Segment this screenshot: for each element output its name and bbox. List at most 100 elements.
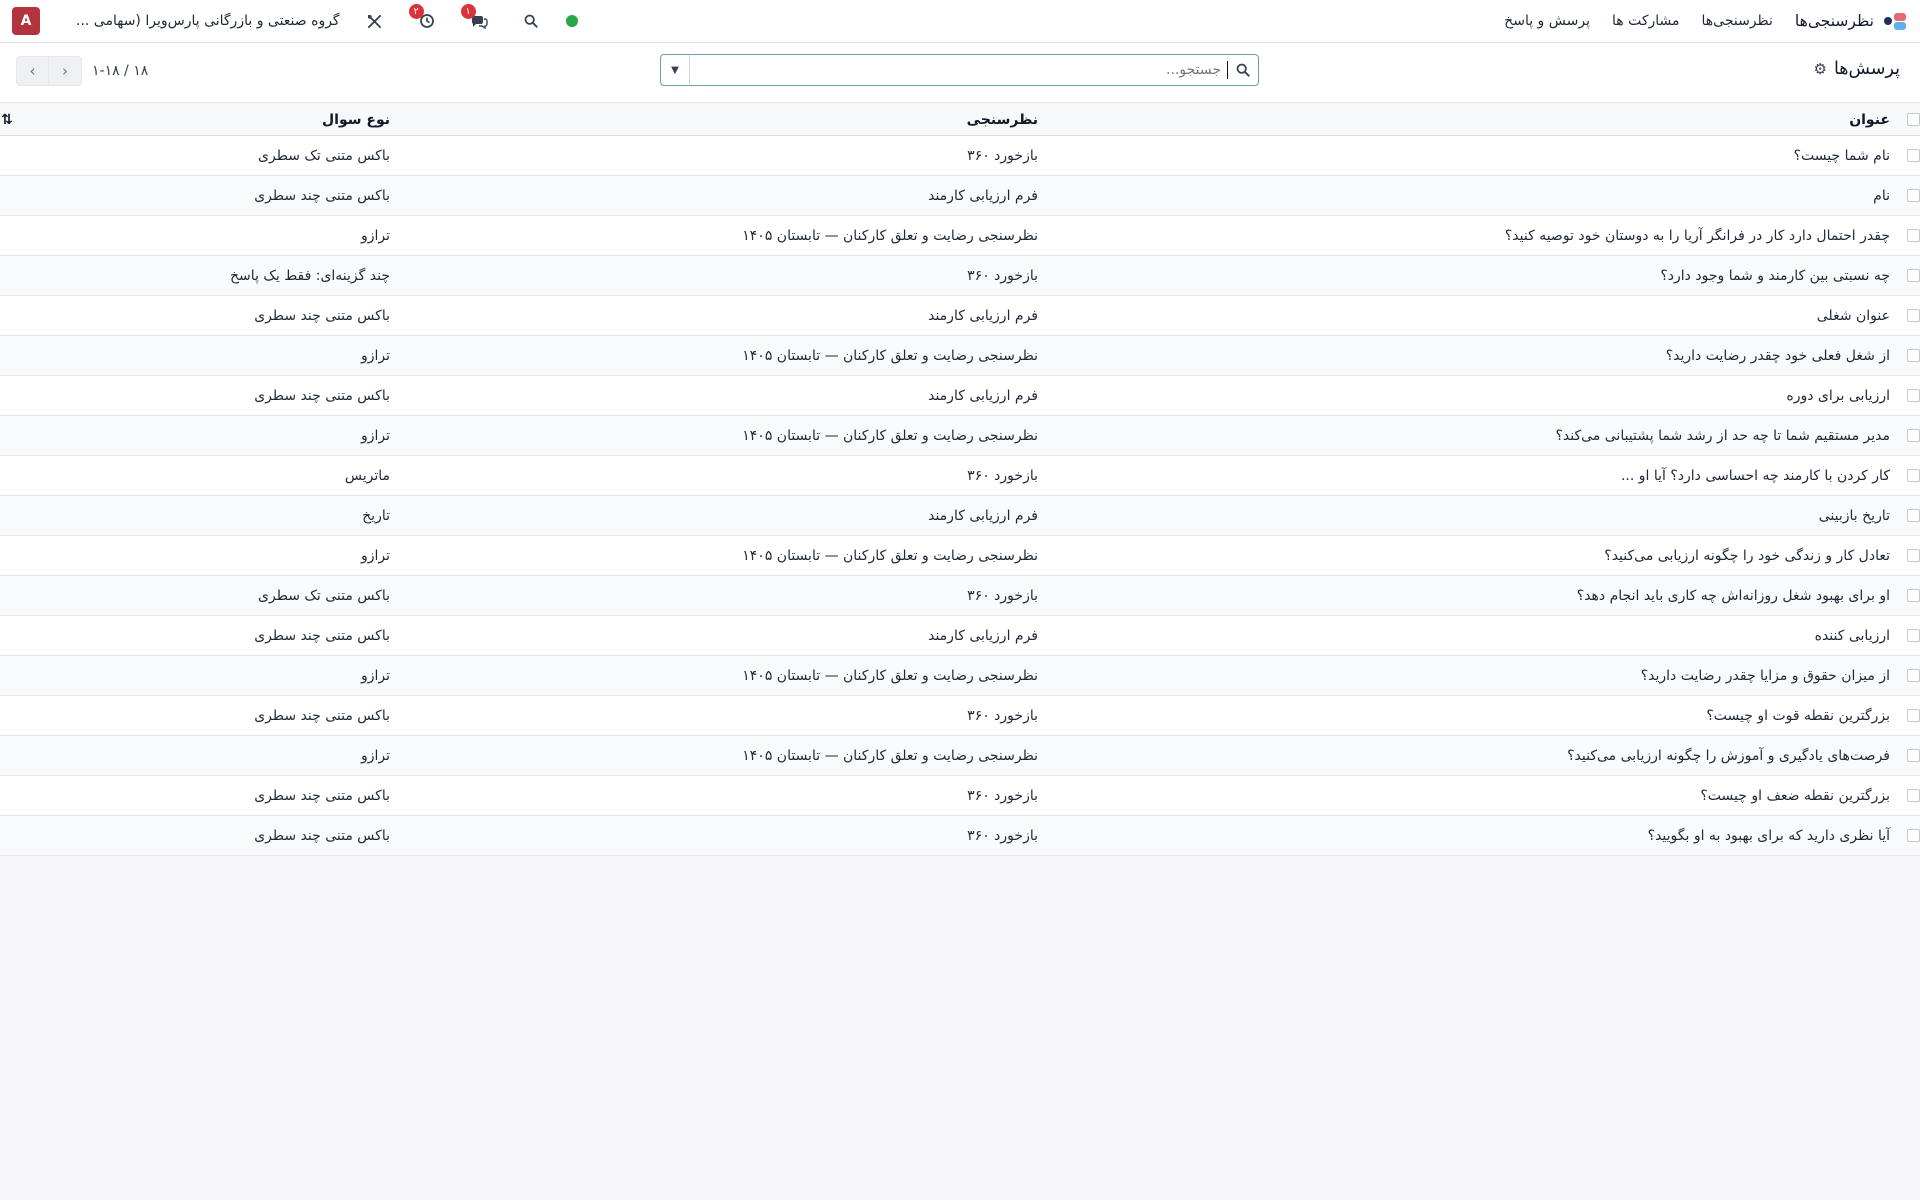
row-title: از شغل فعلی خود چقدر رضایت دارید؟ bbox=[1665, 347, 1890, 364]
row-question-type: باکس متنی چند سطری bbox=[254, 187, 390, 204]
chevron-down-icon[interactable]: ▼ bbox=[661, 55, 690, 85]
select-all-checkbox[interactable] bbox=[1898, 104, 1920, 135]
table-row[interactable]: چه نسبتی بین کارمند و شما وجود دارد؟ بازخ… bbox=[0, 256, 1920, 296]
search-icon[interactable] bbox=[520, 10, 542, 32]
row-survey: بازخورد ۳۶۰ bbox=[967, 587, 1038, 604]
row-checkbox[interactable] bbox=[1898, 536, 1920, 575]
row-checkbox[interactable] bbox=[1898, 736, 1920, 775]
clock-icon[interactable]: ۲ bbox=[408, 4, 438, 32]
row-survey: بازخورد ۳۶۰ bbox=[967, 147, 1038, 164]
row-question-type: باکس متنی چند سطری bbox=[254, 787, 390, 804]
control-panel: پرسش‌ها ⚙ ▼ ‹ › ۱-۱۸ / ۱۸ bbox=[0, 43, 1920, 103]
row-checkbox[interactable] bbox=[1898, 376, 1920, 415]
row-title: عنوان شغلی bbox=[1816, 307, 1890, 324]
column-header-title[interactable]: عنوان bbox=[1849, 104, 1890, 135]
avatar[interactable]: A bbox=[12, 7, 40, 35]
row-checkbox[interactable] bbox=[1898, 616, 1920, 655]
row-question-type: ترازو bbox=[360, 747, 390, 764]
row-survey: نظرسنجی رضایت و تعلق کارکنان — تابستان ۱… bbox=[742, 227, 1038, 244]
table-row[interactable]: از شغل فعلی خود چقدر رضایت دارید؟ نظرسنجی… bbox=[0, 336, 1920, 376]
gear-icon[interactable]: ⚙ bbox=[1813, 60, 1826, 78]
row-survey: فرم ارزیابی کارمند bbox=[928, 387, 1038, 404]
row-question-type: تاریخ bbox=[362, 507, 390, 524]
row-survey: بازخورد ۳۶۰ bbox=[967, 827, 1038, 844]
row-checkbox[interactable] bbox=[1898, 416, 1920, 455]
row-checkbox[interactable] bbox=[1898, 776, 1920, 815]
questions-list: عنوان نظرسنجی نوع سوال ⇅ نام شما چیست؟ با… bbox=[0, 104, 1920, 856]
tools-icon[interactable] bbox=[364, 10, 386, 32]
app-brand[interactable]: نظرسنجی‌ها bbox=[1795, 11, 1906, 31]
table-row[interactable]: عنوان شغلی فرم ارزیابی کارمند باکس متنی چن… bbox=[0, 296, 1920, 336]
table-row[interactable]: مدیر مستقیم شما تا چه حد از رشد شما پشتی… bbox=[0, 416, 1920, 456]
row-checkbox[interactable] bbox=[1898, 216, 1920, 255]
surveys-app-icon bbox=[1880, 11, 1906, 31]
search-input[interactable] bbox=[690, 55, 1227, 85]
row-checkbox[interactable] bbox=[1898, 816, 1920, 855]
row-survey: نظرسنجی رضایت و تعلق کارکنان — تابستان ۱… bbox=[742, 747, 1038, 764]
row-question-type: چند گزینه‌ای: فقط یک پاسخ bbox=[229, 267, 390, 284]
row-checkbox[interactable] bbox=[1898, 136, 1920, 175]
table-row[interactable]: ارزیابی برای دوره فرم ارزیابی کارمند باکس … bbox=[0, 376, 1920, 416]
row-survey: فرم ارزیابی کارمند bbox=[928, 187, 1038, 204]
table-row[interactable]: بزرگترین نقطه ضعف او چیست؟ بازخورد ۳۶۰ باک… bbox=[0, 776, 1920, 816]
row-title: او برای بهبود شغل روزانه‌اش چه کاری باید… bbox=[1576, 587, 1890, 604]
row-checkbox[interactable] bbox=[1898, 576, 1920, 615]
messages-badge: ۱ bbox=[460, 4, 476, 19]
nav-item-surveys[interactable]: نظرسنجی‌ها bbox=[1702, 13, 1773, 29]
table-row[interactable]: فرصت‌های یادگیری و آموزش را چگونه ارزیاب… bbox=[0, 736, 1920, 776]
row-title: آیا نظری دارید که برای بهبود به او بگویی… bbox=[1647, 827, 1890, 844]
row-checkbox[interactable] bbox=[1898, 296, 1920, 335]
row-survey: بازخورد ۳۶۰ bbox=[967, 467, 1038, 484]
row-question-type: ماتریس bbox=[344, 467, 390, 484]
app-name: نظرسنجی‌ها bbox=[1794, 12, 1874, 30]
table-row[interactable]: ارزیابی کننده فرم ارزیابی کارمند باکس متنی… bbox=[0, 616, 1920, 656]
table-row[interactable]: تعادل کار و زندگی خود را چگونه ارزیابی م… bbox=[0, 536, 1920, 576]
table-row[interactable]: تاریخ بازبینی فرم ارزیابی کارمند تاریخ bbox=[0, 496, 1920, 536]
row-survey: بازخورد ۳۶۰ bbox=[967, 787, 1038, 804]
row-survey: بازخورد ۳۶۰ bbox=[967, 267, 1038, 284]
column-header-question-type[interactable]: نوع سوال bbox=[322, 104, 390, 135]
row-survey: بازخورد ۳۶۰ bbox=[967, 707, 1038, 724]
row-question-type: باکس متنی چند سطری bbox=[254, 707, 390, 724]
pager-previous-button[interactable]: ‹ bbox=[16, 56, 49, 86]
row-question-type: ترازو bbox=[360, 667, 390, 684]
row-title: تعادل کار و زندگی خود را چگونه ارزیابی م… bbox=[1604, 547, 1890, 564]
row-checkbox[interactable] bbox=[1898, 176, 1920, 215]
activities-badge: ۲ bbox=[408, 4, 424, 19]
table-header: عنوان نظرسنجی نوع سوال ⇅ bbox=[0, 104, 1920, 136]
column-header-survey[interactable]: نظرسنجی bbox=[967, 104, 1038, 135]
row-title: بزرگترین نقطه ضعف او چیست؟ bbox=[1700, 787, 1890, 804]
row-title: نام bbox=[1873, 187, 1890, 204]
company-switcher[interactable]: گروه صنعتی و بازرگانی پارس‌ویرا (سهامی .… bbox=[76, 13, 340, 29]
table-row[interactable]: آیا نظری دارید که برای بهبود به او بگویی… bbox=[0, 816, 1920, 856]
row-title: ارزیابی برای دوره bbox=[1786, 387, 1890, 404]
table-row[interactable]: چقدر احتمال دارد کار در فرانگر آریا را ب… bbox=[0, 216, 1920, 256]
row-title: بزرگترین نقطه قوت او چیست؟ bbox=[1706, 707, 1890, 724]
table-row[interactable]: او برای بهبود شغل روزانه‌اش چه کاری باید… bbox=[0, 576, 1920, 616]
table-row[interactable]: نام شما چیست؟ بازخورد ۳۶۰ باکس متنی تک سطر… bbox=[0, 136, 1920, 176]
row-title: کار کردن با کارمند چه احساسی دارد؟ آیا ا… bbox=[1620, 467, 1890, 484]
table-row[interactable]: بزرگترین نقطه قوت او چیست؟ بازخورد ۳۶۰ باک… bbox=[0, 696, 1920, 736]
breadcrumb: پرسش‌ها ⚙ bbox=[1813, 59, 1900, 79]
row-question-type: باکس متنی چند سطری bbox=[254, 627, 390, 644]
row-checkbox[interactable] bbox=[1898, 256, 1920, 295]
table-row[interactable]: کار کردن با کارمند چه احساسی دارد؟ آیا ا… bbox=[0, 456, 1920, 496]
pager-value[interactable]: ۱-۱۸ / ۱۸ bbox=[92, 63, 148, 79]
row-question-type: باکس متنی چند سطری bbox=[254, 387, 390, 404]
table-row[interactable]: از میزان حقوق و مزایا چقدر رضایت دارید؟ ن… bbox=[0, 656, 1920, 696]
row-survey: فرم ارزیابی کارمند bbox=[928, 627, 1038, 644]
pager-next-button[interactable]: › bbox=[49, 56, 82, 86]
row-checkbox[interactable] bbox=[1898, 496, 1920, 535]
row-checkbox[interactable] bbox=[1898, 336, 1920, 375]
table-row[interactable]: نام فرم ارزیابی کارمند باکس متنی چند سطری bbox=[0, 176, 1920, 216]
row-checkbox[interactable] bbox=[1898, 696, 1920, 735]
chat-icon[interactable]: ۱ bbox=[460, 4, 490, 32]
row-checkbox[interactable] bbox=[1898, 456, 1920, 495]
nav-item-participations[interactable]: مشارکت ها bbox=[1612, 13, 1680, 29]
search-button-icon[interactable] bbox=[1228, 63, 1258, 77]
row-survey: نظرسنجی رضایت و تعلق کارکنان — تابستان ۱… bbox=[742, 347, 1038, 364]
row-checkbox[interactable] bbox=[1898, 656, 1920, 695]
row-survey: فرم ارزیابی کارمند bbox=[928, 307, 1038, 324]
nav-item-questions-answers[interactable]: پرسش و پاسخ bbox=[1504, 13, 1590, 29]
optional-columns-icon[interactable]: ⇅ bbox=[0, 104, 14, 135]
